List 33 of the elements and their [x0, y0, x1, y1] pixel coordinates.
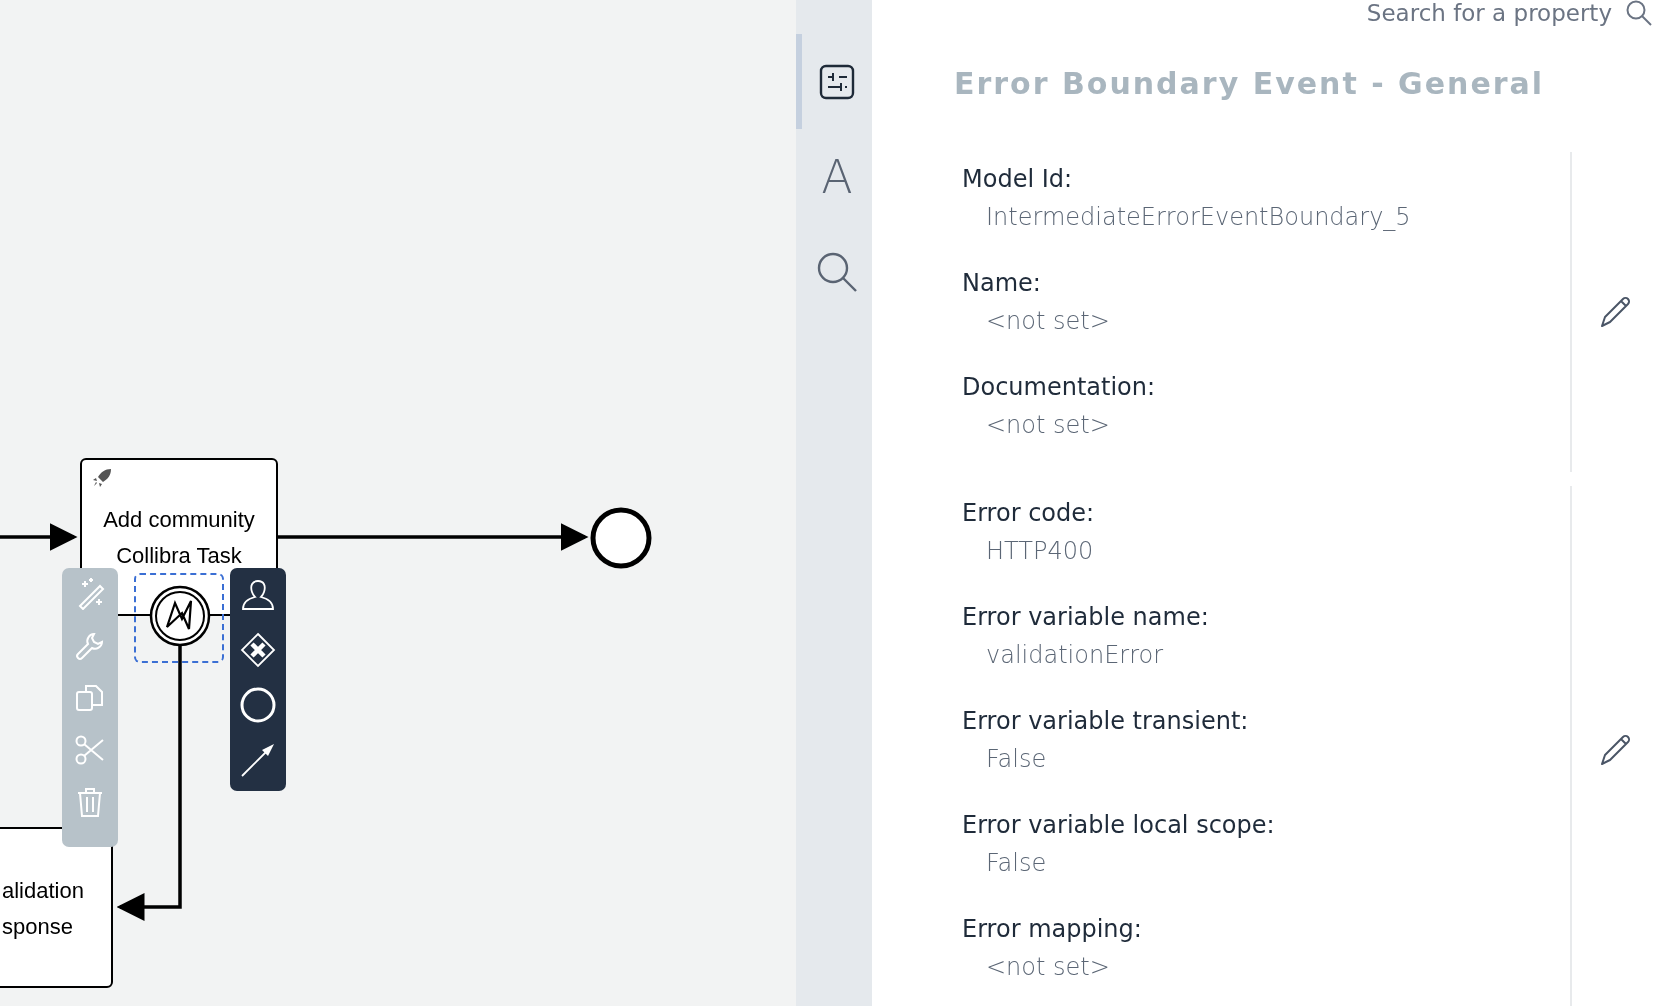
- property-value: <not set>: [985, 306, 1111, 337]
- property-label: Documentation:: [962, 372, 1157, 403]
- property-label: Error variable name:: [962, 602, 1210, 633]
- property-label: Error variable transient:: [962, 706, 1250, 737]
- circle-icon[interactable]: [239, 686, 277, 724]
- end-event[interactable]: [590, 507, 652, 569]
- property-value: HTTP400: [985, 536, 1095, 567]
- arrow-icon[interactable]: [240, 742, 276, 778]
- property-label: Name:: [962, 268, 1042, 299]
- property-value: False: [985, 848, 1048, 879]
- property-value: validationError: [985, 640, 1165, 671]
- settings-icon: [818, 62, 856, 101]
- search-icon: [816, 250, 858, 293]
- panel-title: Error Boundary Event - General: [954, 65, 1546, 103]
- property-label: Error code:: [962, 498, 1096, 529]
- search-icon[interactable]: [1626, 0, 1652, 26]
- property-value: IntermediateErrorEventBoundary_5: [985, 202, 1412, 233]
- task-label: Add community Collibra Task: [102, 506, 256, 570]
- property-label: Error mapping:: [962, 914, 1143, 945]
- property-value: False: [985, 744, 1048, 775]
- task-label: alidation sponse: [2, 877, 84, 941]
- error-boundary-event[interactable]: [149, 585, 211, 647]
- gateway-icon[interactable]: [240, 632, 276, 668]
- task-shape[interactable]: alidation sponse: [0, 827, 113, 988]
- edit-icon[interactable]: [1599, 733, 1633, 767]
- property-value: <not set>: [985, 952, 1111, 983]
- property-search-field[interactable]: Search for a property: [1282, 0, 1612, 26]
- sidebar-tab[interactable]: A: [796, 129, 872, 224]
- property-label: Model Id:: [962, 164, 1074, 195]
- property-value: <not set>: [985, 410, 1111, 441]
- text-style-icon: A: [821, 153, 853, 200]
- property-label: Error variable local scope:: [962, 810, 1276, 841]
- edit-icon[interactable]: [1599, 295, 1633, 329]
